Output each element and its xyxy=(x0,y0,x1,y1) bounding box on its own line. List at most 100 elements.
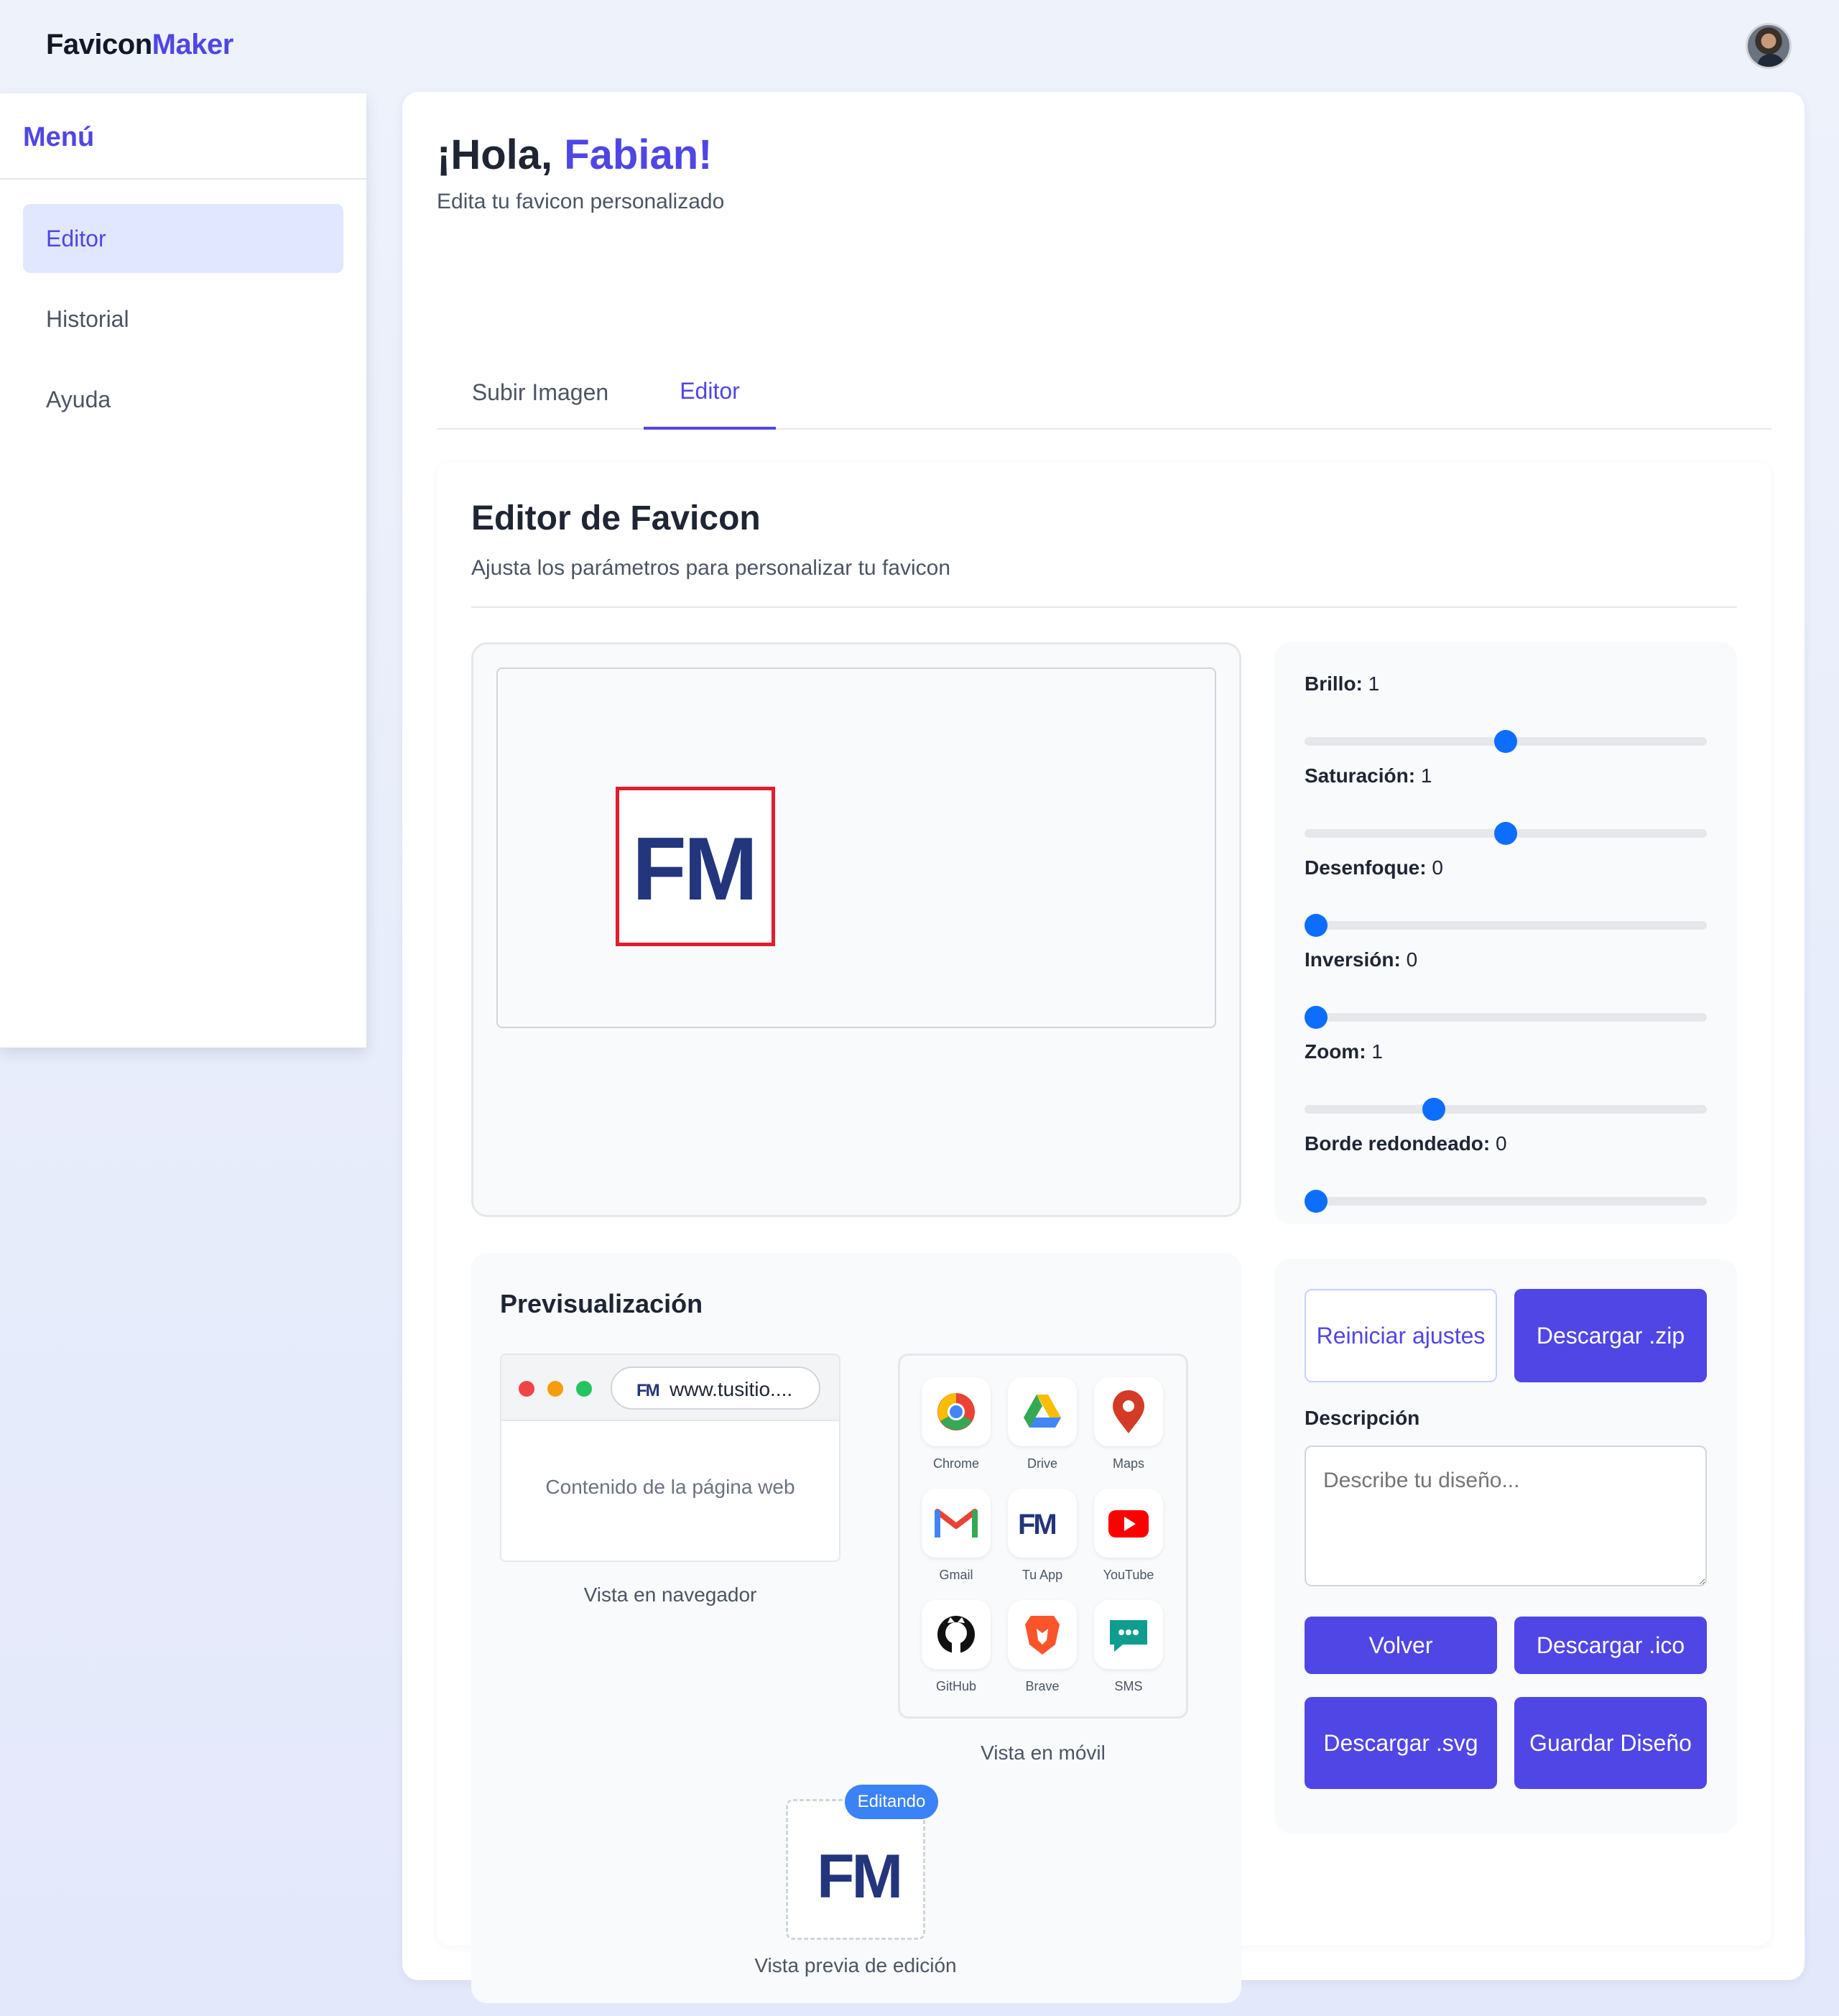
radius-slider[interactable] xyxy=(1305,1197,1707,1206)
favicon-app-logo: FM xyxy=(1018,1509,1057,1540)
mobile-preview: Chrome Drive Maps Gmail FM Tu App YouTub… xyxy=(898,1354,1188,1719)
mobile-caption: Vista en móvil xyxy=(981,1742,1106,1764)
zoom-slider[interactable] xyxy=(1305,1105,1707,1114)
page-subtitle: Edita tu favicon personalizado xyxy=(437,190,725,213)
saturation-slider-thumb[interactable] xyxy=(1494,822,1517,845)
saturation-label: Saturación: xyxy=(1305,764,1416,787)
minimize-dot-icon xyxy=(547,1381,563,1397)
editor-section: Editor de Favicon Ajusta los parámetros … xyxy=(437,463,1771,2003)
tab-subir-imagen[interactable]: Subir Imagen xyxy=(437,308,644,430)
app-github: GitHub xyxy=(922,1600,991,1694)
browser-preview: FM www.tusitio.... Contenido de la págin… xyxy=(500,1354,840,1562)
browser-toolbar: FM www.tusitio.... xyxy=(501,1355,839,1421)
maximize-dot-icon xyxy=(576,1381,592,1397)
brightness-control: Brillo: 1 xyxy=(1305,672,1707,753)
blur-value: 0 xyxy=(1432,856,1443,879)
zoom-value: 1 xyxy=(1371,1040,1383,1063)
description-textarea[interactable] xyxy=(1305,1446,1707,1586)
invert-control: Inversión: 0 xyxy=(1305,948,1707,1029)
download-zip-button[interactable]: Descargar .zip xyxy=(1514,1289,1707,1382)
app-chrome: Chrome xyxy=(922,1377,991,1471)
app-sms: SMS xyxy=(1094,1600,1163,1694)
app-label: Maps xyxy=(1112,1456,1144,1471)
app-brave: Brave xyxy=(1008,1600,1077,1694)
download-ico-button[interactable]: Descargar .ico xyxy=(1514,1617,1707,1674)
tab-favicon-icon: FM xyxy=(636,1381,660,1400)
url-bar: FM www.tusitio.... xyxy=(611,1367,820,1410)
editor-canvas[interactable]: FM xyxy=(496,667,1216,1028)
gmail-icon xyxy=(922,1489,991,1558)
editing-badge: Editando xyxy=(845,1785,938,1819)
page-title: ¡Hola, Fabian! xyxy=(437,131,712,179)
app-label: SMS xyxy=(1114,1679,1143,1693)
close-dot-icon xyxy=(519,1381,534,1397)
app-label: Brave xyxy=(1025,1679,1060,1693)
sidebar: Menú Editor Historial Ayuda xyxy=(0,93,366,1048)
youtube-icon xyxy=(1094,1489,1163,1558)
app-label: Gmail xyxy=(939,1568,973,1582)
adjustments-panel: Brillo: 1 Saturación: 1 Desenfoque: 0 In… xyxy=(1274,642,1737,1224)
favicon-app-icon: FM xyxy=(1008,1489,1077,1558)
sidebar-item-editor[interactable]: Editor xyxy=(23,204,343,273)
app-gmail: Gmail xyxy=(922,1489,991,1583)
preview-title: Previsualización xyxy=(500,1289,703,1318)
download-svg-button[interactable]: Descargar .svg xyxy=(1305,1697,1497,1789)
brand-part-2: Maker xyxy=(152,29,234,60)
invert-label: Inversión: xyxy=(1305,948,1401,971)
divider xyxy=(471,606,1737,608)
chrome-icon xyxy=(922,1377,991,1446)
app-label: Tu App xyxy=(1022,1568,1063,1582)
radius-control: Borde redondeado: 0 xyxy=(1305,1132,1707,1213)
radius-slider-thumb[interactable] xyxy=(1305,1190,1328,1213)
reset-button[interactable]: Reiniciar ajustes xyxy=(1305,1289,1497,1382)
invert-slider[interactable] xyxy=(1305,1013,1707,1022)
drive-icon xyxy=(1008,1377,1077,1446)
edit-preview-logo: FM xyxy=(817,1842,903,1911)
save-design-button[interactable]: Guardar Diseño xyxy=(1514,1697,1707,1789)
edit-preview: FM xyxy=(786,1799,925,1940)
blur-slider-thumb[interactable] xyxy=(1305,914,1328,937)
sidebar-item-historial[interactable]: Historial xyxy=(23,285,343,353)
brightness-slider-thumb[interactable] xyxy=(1494,730,1517,753)
brightness-label: Brillo: xyxy=(1305,672,1363,695)
zoom-slider-thumb[interactable] xyxy=(1422,1098,1445,1121)
favicon-selection[interactable]: FM xyxy=(616,787,775,946)
blur-label: Desenfoque: xyxy=(1305,856,1427,879)
tab-editor[interactable]: Editor xyxy=(644,308,776,430)
brand-part-1: Favicon xyxy=(46,29,152,60)
map-pin-icon xyxy=(1094,1377,1163,1446)
description-label: Descripción xyxy=(1305,1407,1420,1429)
app-logo[interactable]: FaviconMaker xyxy=(46,29,233,61)
preview-panel: Previsualización FM www.tusitio.... Cont… xyxy=(471,1253,1241,2003)
app-tu-app: FM Tu App xyxy=(1008,1489,1077,1583)
favicon-image: FM xyxy=(632,820,758,919)
zoom-control: Zoom: 1 xyxy=(1305,1040,1707,1121)
main-content: ¡Hola, Fabian! Edita tu favicon personal… xyxy=(402,92,1805,2003)
brave-lion-icon xyxy=(1008,1600,1077,1669)
tab-bar: Subir Imagen Editor xyxy=(437,308,1771,430)
blur-slider[interactable] xyxy=(1305,921,1707,930)
greeting-prefix: ¡Hola, xyxy=(437,131,565,178)
browser-caption: Vista en navegador xyxy=(583,1583,757,1606)
user-avatar[interactable] xyxy=(1746,23,1792,69)
editor-subtitle: Ajusta los parámetros para personalizar … xyxy=(471,556,951,580)
invert-slider-thumb[interactable] xyxy=(1305,1006,1328,1029)
brightness-value: 1 xyxy=(1368,672,1380,695)
edit-preview-caption: Vista previa de edición xyxy=(754,1954,957,1976)
sidebar-item-ayuda[interactable]: Ayuda xyxy=(23,365,343,434)
invert-value: 0 xyxy=(1406,948,1418,971)
blur-control: Desenfoque: 0 xyxy=(1305,856,1707,937)
back-button[interactable]: Volver xyxy=(1305,1617,1497,1674)
github-icon xyxy=(922,1600,991,1669)
zoom-label: Zoom: xyxy=(1305,1040,1366,1063)
radius-label: Borde redondeado: xyxy=(1305,1132,1491,1155)
app-label: GitHub xyxy=(935,1679,977,1693)
app-label: Chrome xyxy=(932,1456,980,1471)
app-label: YouTube xyxy=(1103,1568,1154,1582)
app-drive: Drive xyxy=(1008,1377,1077,1471)
chat-bubble-icon xyxy=(1094,1600,1163,1669)
app-maps: Maps xyxy=(1094,1377,1163,1471)
saturation-control: Saturación: 1 xyxy=(1305,764,1707,845)
url-text: www.tusitio.... xyxy=(670,1378,793,1400)
browser-page-content: Contenido de la página web xyxy=(545,1476,795,1498)
